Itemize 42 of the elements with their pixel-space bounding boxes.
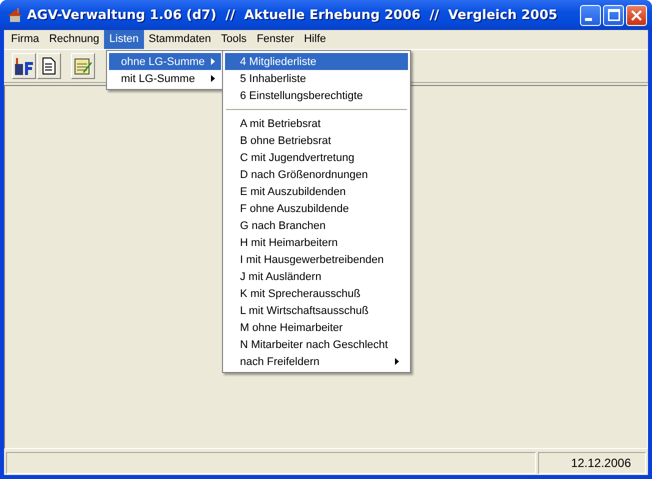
menu-entry[interactable]: M ohne Heimarbeiter bbox=[225, 319, 408, 336]
menu-entry[interactable]: K mit Sprecherausschuß bbox=[225, 285, 408, 302]
toolbar-button[interactable] bbox=[12, 53, 36, 79]
menu-item[interactable]: Rechnung bbox=[44, 30, 104, 49]
menu-entry[interactable]: 6 Einstellungsberechtigte bbox=[225, 87, 408, 104]
minimize-icon bbox=[585, 18, 592, 20]
menu-item[interactable]: Listen bbox=[104, 30, 144, 49]
close-button[interactable] bbox=[626, 4, 647, 26]
menu-entry[interactable]: ohne LG-Summe bbox=[109, 53, 221, 70]
toolbar-button[interactable] bbox=[71, 53, 95, 79]
menu-entry[interactable]: E mit Auszubildenden bbox=[225, 183, 408, 200]
menu-entry[interactable]: C mit Jugendvertretung bbox=[225, 149, 408, 166]
building-icon bbox=[13, 56, 35, 76]
menu-entry[interactable]: F ohne Auszubildende bbox=[225, 200, 408, 217]
menu-item[interactable]: Fenster bbox=[252, 30, 299, 49]
minimize-button[interactable] bbox=[580, 4, 601, 26]
house-icon bbox=[7, 7, 23, 23]
menu-entry[interactable]: nach Freifeldern bbox=[225, 353, 408, 370]
menu-entry[interactable]: L mit Wirtschaftsausschuß bbox=[225, 302, 408, 319]
menu-entry[interactable]: B ohne Betriebsrat bbox=[225, 132, 408, 149]
menu-entry[interactable]: A mit Betriebsrat bbox=[225, 115, 408, 132]
status-date: 12.12.2006 bbox=[538, 452, 646, 474]
menu-entry[interactable]: 4 Mitgliederliste bbox=[225, 53, 408, 70]
menu-item[interactable]: Stammdaten bbox=[144, 30, 216, 49]
menu-item[interactable]: Tools bbox=[216, 30, 252, 49]
document-icon bbox=[42, 57, 56, 75]
menu-entry[interactable]: N Mitarbeiter nach Geschlecht bbox=[225, 336, 408, 353]
menu-item[interactable]: Hilfe bbox=[298, 30, 331, 49]
menu-item[interactable]: Firma bbox=[6, 30, 44, 49]
menu-entry[interactable]: G nach Branchen bbox=[225, 217, 408, 234]
menu-entry[interactable]: mit LG-Summe bbox=[109, 70, 221, 87]
menu-entry[interactable]: J mit Ausländern bbox=[225, 268, 408, 285]
maximize-icon bbox=[608, 9, 620, 21]
close-icon bbox=[631, 10, 642, 20]
toolbar-button[interactable] bbox=[37, 53, 61, 79]
menu-entry[interactable]: I mit Hausgewerbetreibenden bbox=[225, 251, 408, 268]
window-title: AGV-Verwaltung 1.06 (d7) // Aktuelle Erhebung 2006 // Vergleich 2005 bbox=[27, 8, 558, 22]
menu-entry[interactable]: 5 Inhaberliste bbox=[225, 70, 408, 87]
maximize-button[interactable] bbox=[603, 4, 624, 26]
menu-entry[interactable]: H mit Heimarbeitern bbox=[225, 234, 408, 251]
menu-entry[interactable]: D nach Größenordnungen bbox=[225, 166, 408, 183]
notepad-icon bbox=[73, 56, 93, 76]
